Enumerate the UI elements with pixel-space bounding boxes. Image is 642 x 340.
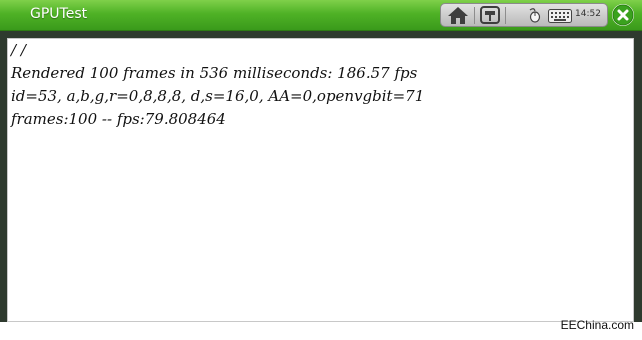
tray-separator [474, 7, 475, 24]
window-switch-button[interactable] [477, 5, 503, 25]
keyboard-icon[interactable] [548, 8, 572, 23]
close-icon [612, 4, 634, 26]
output-line: id=53, a,b,g,r=0,8,8,8, d,s=16,0, AA=0,o… [11, 87, 425, 105]
title-bar: GPUTest 14:52 [0, 0, 642, 31]
output-line: Rendered 100 frames in 536 milliseconds:… [11, 64, 418, 82]
output-line: / / [11, 41, 26, 59]
watermark: EEChina.com [560, 318, 634, 332]
close-button[interactable] [612, 4, 634, 26]
tray-separator [505, 7, 506, 24]
output-line: frames:100 -- fps:79.808464 [11, 110, 226, 128]
window-title: GPUTest [30, 6, 88, 22]
window-switch-icon [480, 6, 500, 24]
system-tray: 14:52 [440, 3, 608, 27]
footer-strip [0, 322, 642, 340]
mouse-icon[interactable] [527, 7, 541, 23]
home-icon [448, 7, 468, 24]
output-panel: / / Rendered 100 frames in 536 milliseco… [7, 38, 634, 322]
clock: 14:52 [575, 9, 601, 19]
home-button[interactable] [444, 5, 472, 25]
